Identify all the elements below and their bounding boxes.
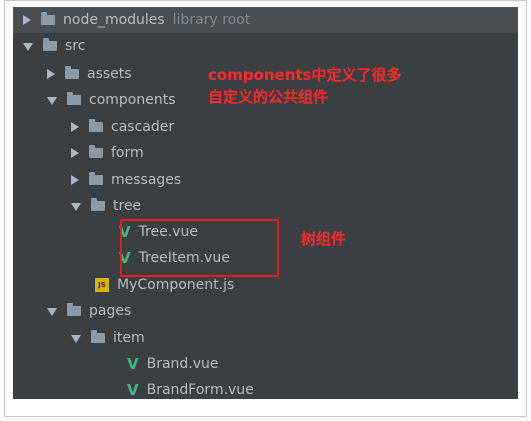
tree-item-label: messages <box>111 172 182 188</box>
tree-item-label: cascader <box>111 119 175 135</box>
folder-icon <box>91 198 105 211</box>
vue-file-icon: V <box>127 381 139 399</box>
tree-item-messages[interactable]: messages <box>13 167 518 193</box>
collapsed-arrow-icon[interactable] <box>71 175 79 185</box>
tree-item-label: node_modules <box>63 12 165 28</box>
tree-item-label: tree <box>113 198 142 214</box>
collapsed-arrow-icon[interactable] <box>47 69 55 79</box>
tree-item-item[interactable]: item <box>13 325 518 351</box>
tree-item-label: assets <box>87 66 132 82</box>
components-annotation-line1: components中定义了很多 <box>208 66 402 84</box>
expanded-arrow-icon[interactable] <box>71 203 81 211</box>
folder-icon <box>67 303 81 316</box>
expanded-arrow-icon[interactable] <box>47 97 57 105</box>
tree-item-label: BrandForm.vue <box>146 382 254 398</box>
folder-icon <box>65 66 79 79</box>
folder-icon <box>91 330 105 343</box>
tree-item-label: item <box>113 330 145 346</box>
tree-item-src[interactable]: src <box>13 33 518 59</box>
folder-icon <box>89 145 103 158</box>
tree-item-form[interactable]: form <box>13 140 518 166</box>
folder-icon <box>89 119 103 132</box>
tree-item-brand-vue[interactable]: V Brand.vue <box>13 351 518 377</box>
folder-icon <box>43 38 57 51</box>
tree-item-tree[interactable]: tree <box>13 193 518 219</box>
tree-item-label: form <box>111 145 144 161</box>
project-tree-panel: node_modules library root src assets com… <box>13 7 518 399</box>
tree-components-highlight-box <box>120 219 279 277</box>
tree-item-brandform-vue[interactable]: V BrandForm.vue <box>13 377 518 399</box>
expanded-arrow-icon[interactable] <box>47 308 57 316</box>
screenshot-frame: node_modules library root src assets com… <box>4 0 527 417</box>
tree-item-pages[interactable]: pages <box>13 298 518 324</box>
tree-item-label: MyComponent.js <box>117 277 235 293</box>
tree-component-annotation: 树组件 <box>301 230 347 248</box>
folder-icon <box>41 12 55 25</box>
components-annotation-line2: 自定义的公共组件 <box>208 88 329 106</box>
library-root-label: library root <box>172 12 251 28</box>
tree-item-label: pages <box>89 303 132 319</box>
folder-icon <box>89 172 103 185</box>
expanded-arrow-icon[interactable] <box>71 335 81 343</box>
tree-item-label: Brand.vue <box>146 356 219 372</box>
tree-item-label: src <box>65 38 86 54</box>
expanded-arrow-icon[interactable] <box>23 43 33 51</box>
vue-file-icon: V <box>127 355 139 373</box>
tree-item-label: components <box>89 92 176 108</box>
js-file-icon: JS <box>95 278 109 292</box>
collapsed-arrow-icon[interactable] <box>71 148 79 158</box>
collapsed-arrow-icon[interactable] <box>23 15 31 25</box>
tree-item-node-modules[interactable]: node_modules library root <box>13 7 518 33</box>
folder-icon <box>67 92 81 105</box>
collapsed-arrow-icon[interactable] <box>71 122 79 132</box>
tree-item-cascader[interactable]: cascader <box>13 114 518 140</box>
